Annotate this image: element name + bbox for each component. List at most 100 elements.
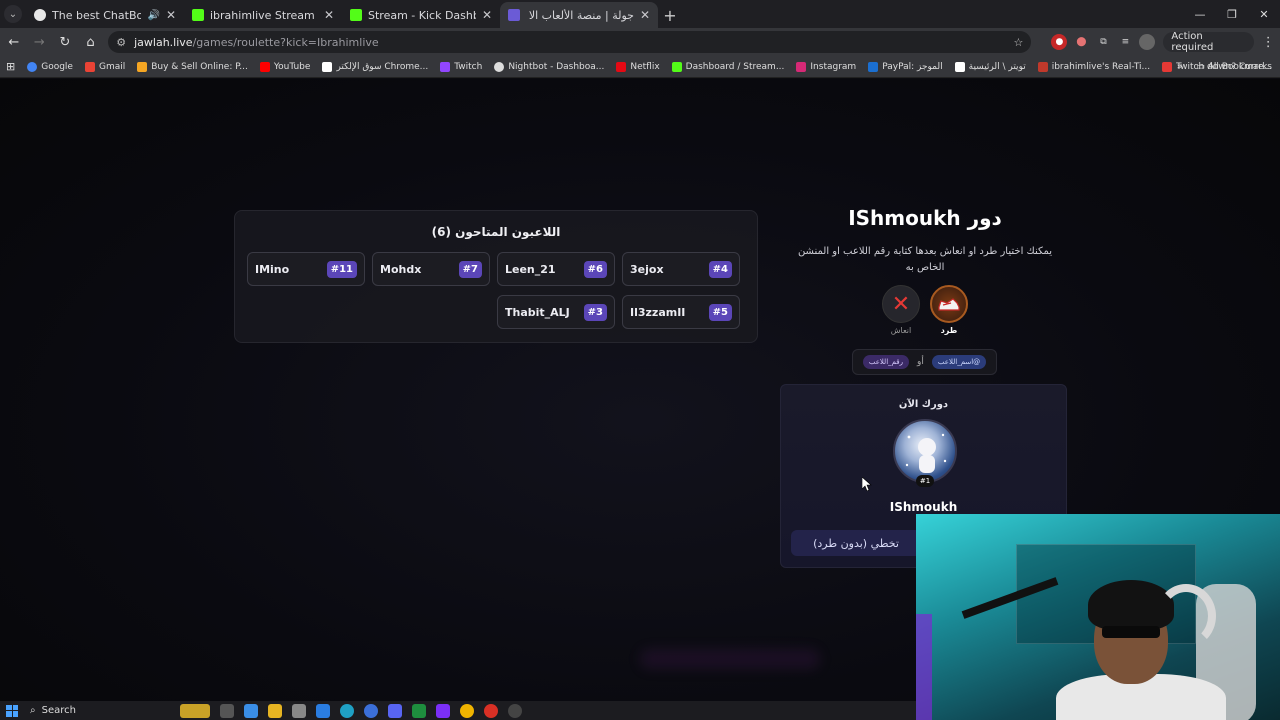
bookmark-gmail[interactable]: Gmail <box>84 61 125 72</box>
close-icon[interactable]: ✕ <box>640 8 650 22</box>
speaker-icon[interactable]: 🔊 <box>147 10 159 21</box>
player-card[interactable]: Mohdx #7 <box>372 252 490 286</box>
decorative-glow <box>640 649 820 669</box>
taskbar-app-icon[interactable] <box>180 703 210 718</box>
bookmark-label: Netflix <box>630 61 660 72</box>
edge-icon[interactable] <box>340 703 354 718</box>
player-card[interactable]: IMino #11 <box>247 252 365 286</box>
store-icon[interactable] <box>316 703 330 718</box>
maps-icon[interactable] <box>484 703 498 718</box>
close-window-icon[interactable]: ✕ <box>1248 0 1280 28</box>
copilot-icon[interactable] <box>244 703 258 718</box>
bookmark-paypal[interactable]: PayPal: الموجز <box>868 61 943 72</box>
netflix-icon <box>616 61 627 72</box>
forward-icon[interactable]: → <box>28 30 52 54</box>
bookmark-label: PayPal: الموجز <box>882 61 943 72</box>
cross-icon: ✕ <box>891 291 911 317</box>
tab-chatbot[interactable]: The best ChatBot and Widg 🔊 ✕ <box>26 2 184 28</box>
close-icon[interactable]: ✕ <box>324 8 334 22</box>
tab-ibrahimlive-stream[interactable]: ibrahimlive Stream - Watch Live ✕ <box>184 2 342 28</box>
site-info-icon[interactable]: ⚙ <box>116 36 126 49</box>
tab-kick-dashboard[interactable]: Stream - Kick Dashboard ✕ <box>342 2 500 28</box>
player-number-badge: #3 <box>583 303 607 321</box>
action-required-button[interactable]: Action required <box>1163 31 1255 53</box>
terminal-icon[interactable] <box>412 703 426 718</box>
revive-button[interactable]: ✕ <box>882 285 920 323</box>
windows-start-icon[interactable] <box>6 704 18 717</box>
bookmark-youtube[interactable]: YouTube <box>259 61 310 72</box>
home-icon[interactable]: ⌂ <box>79 30 103 54</box>
taskbar: ⌕ Search <box>0 701 916 720</box>
hint-or: أو <box>917 357 924 367</box>
extensions-puzzle-icon[interactable]: ⧉ <box>1095 34 1111 50</box>
tab-search-button[interactable]: ⌄ <box>0 0 26 28</box>
bookmark-dashboard[interactable]: Dashboard / Stream... <box>671 61 784 72</box>
current-number-badge: #1 <box>916 475 934 487</box>
file-explorer-icon[interactable] <box>268 703 282 718</box>
menu-dots-icon[interactable]: ⋮ <box>1256 30 1280 54</box>
all-bookmarks[interactable]: ▭ All Bookmarks <box>1196 62 1272 72</box>
media-controls-icon[interactable]: ≡ <box>1117 34 1133 50</box>
alert-icon <box>1162 61 1173 72</box>
bookmark-star-icon[interactable]: ☆ <box>1014 36 1024 49</box>
chevron-right-icon[interactable]: » <box>1177 62 1183 72</box>
bookmark-label: سوق الإلكتر Chrome... <box>336 61 429 72</box>
taskbar-search[interactable]: ⌕ Search <box>30 705 160 716</box>
bookmark-google[interactable]: Google <box>27 61 73 72</box>
new-tab-button[interactable]: + <box>658 2 682 28</box>
close-icon[interactable]: ✕ <box>166 8 176 22</box>
player-number-badge: #7 <box>458 260 482 278</box>
window-controls: — ❐ ✕ <box>1184 0 1280 28</box>
players-title: اللاعبون المتاحون (6) <box>431 225 561 239</box>
chevron-down-icon: ⌄ <box>4 5 22 23</box>
player-number-badge: #5 <box>708 303 732 321</box>
bookmark-label: Instagram <box>810 61 857 72</box>
tab-jawlah[interactable]: جولة | منصة الألعاب الا - Jawlah ✕ <box>500 2 658 28</box>
settings-icon[interactable] <box>292 703 306 718</box>
bookmark-twitch[interactable]: Twitch <box>440 61 482 72</box>
bookmark-chrome-store[interactable]: سوق الإلكتر Chrome... <box>322 61 429 72</box>
shoe-icon <box>938 298 960 311</box>
tab-title: Stream - Kick Dashboard <box>368 8 476 22</box>
mouse-cursor-icon <box>862 477 872 491</box>
kick-button[interactable] <box>930 285 968 323</box>
bookmark-twitter[interactable]: تويتر \ الرئيسية <box>954 61 1026 72</box>
restore-icon[interactable]: ❐ <box>1216 0 1248 28</box>
player-card[interactable]: Thabit_ALJ #3 <box>497 295 615 329</box>
minimize-icon[interactable]: — <box>1184 0 1216 28</box>
edge-beta-icon[interactable] <box>364 703 378 718</box>
player-card[interactable]: Leen_21 #6 <box>497 252 615 286</box>
discord-icon[interactable] <box>388 703 402 718</box>
webcam-overlay <box>916 514 1280 720</box>
skip-button[interactable]: تخطي (بدون طرد) <box>791 530 921 556</box>
bookmark-netflix[interactable]: Netflix <box>616 61 660 72</box>
extension-pin-icon[interactable]: ⬤ <box>1073 34 1089 50</box>
clock-icon[interactable] <box>508 703 522 718</box>
webcam-headset <box>1156 584 1216 648</box>
player-name: 3ejox <box>630 262 664 276</box>
close-icon[interactable]: ✕ <box>482 8 492 22</box>
task-view-icon[interactable] <box>220 703 234 718</box>
player-card[interactable]: Il3zzamII #5 <box>622 295 740 329</box>
profile-avatar-icon[interactable] <box>1139 34 1156 50</box>
bookmark-realtime[interactable]: ibrahimlive's Real-Ti... <box>1037 61 1150 72</box>
player-card[interactable]: 3ejox #4 <box>622 252 740 286</box>
bookmark-instagram[interactable]: Instagram <box>796 61 857 72</box>
bookmark-nightbot[interactable]: Nightbot - Dashboa... <box>494 61 604 72</box>
youtube-icon <box>259 61 270 72</box>
address-bar[interactable]: ⚙ jawlah.live/games/roulette?kick=Ibrahi… <box>108 31 1032 53</box>
taskbar-search-label: Search <box>41 705 76 716</box>
back-icon[interactable]: ← <box>2 30 26 54</box>
webcam-glasses <box>1102 626 1160 638</box>
extension-red-icon[interactable]: ● <box>1051 34 1068 50</box>
bookmark-buy-sell[interactable]: Buy & Sell Online: P... <box>137 61 248 72</box>
player-number-badge: #6 <box>583 260 607 278</box>
reload-icon[interactable]: ↻ <box>53 30 77 54</box>
tab-title: جولة | منصة الألعاب الا - Jawlah <box>526 8 634 22</box>
apps-grid-icon[interactable]: ⊞ <box>6 60 15 73</box>
x-icon <box>954 61 965 72</box>
obs-icon[interactable] <box>436 703 450 718</box>
hint-player-name: @اسم_اللاعب <box>931 355 987 369</box>
player-name: Leen_21 <box>505 262 556 276</box>
chrome-icon[interactable] <box>460 703 474 718</box>
